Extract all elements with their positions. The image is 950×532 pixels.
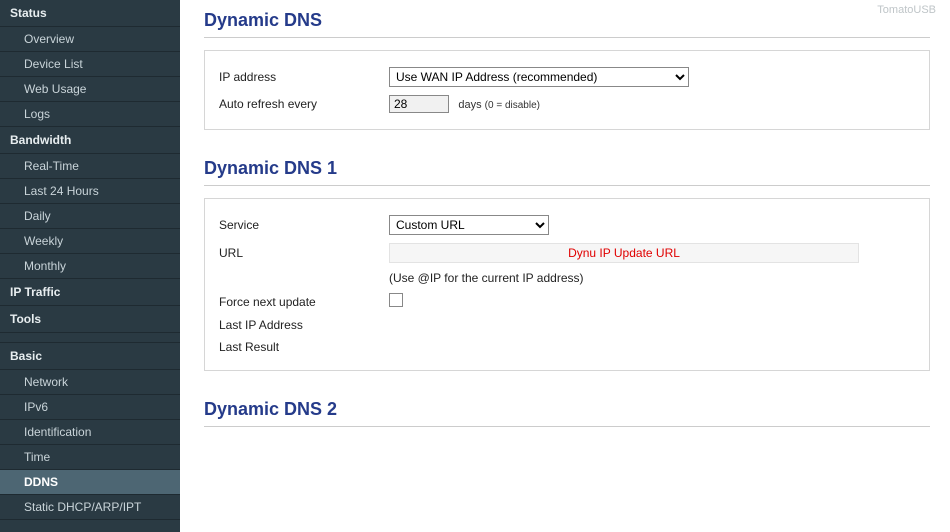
sidebar-item-real-time[interactable]: Real-Time <box>0 154 180 179</box>
last-result-value <box>389 336 915 358</box>
last-ip-label: Last IP Address <box>219 314 389 336</box>
sidebar-item-daily[interactable]: Daily <box>0 204 180 229</box>
sidebar-item-ddns[interactable]: DDNS <box>0 470 180 495</box>
panel-ddns-global: IP address Use WAN IP Address (recommend… <box>204 50 930 130</box>
sidebar-item-weekly[interactable]: Weekly <box>0 229 180 254</box>
sidebar-section-status[interactable]: Status <box>0 0 180 27</box>
sidebar-item-ipv6[interactable]: IPv6 <box>0 395 180 420</box>
sidebar-item-last-24-hours[interactable]: Last 24 Hours <box>0 179 180 204</box>
refresh-days-suffix: days <box>458 99 481 111</box>
sidebar-item-logs[interactable]: Logs <box>0 102 180 127</box>
sidebar-item-monthly[interactable]: Monthly <box>0 254 180 279</box>
service-select[interactable]: Custom URL <box>389 215 549 235</box>
page-title-ddns1: Dynamic DNS 1 <box>204 148 930 186</box>
sidebar: StatusOverviewDevice ListWeb UsageLogsBa… <box>0 0 180 532</box>
sidebar-item-device-list[interactable]: Device List <box>0 52 180 77</box>
sidebar-section-tools[interactable]: Tools <box>0 306 180 333</box>
last-result-label: Last Result <box>219 336 389 358</box>
url-hint: (Use @IP for the current IP address) <box>389 267 915 289</box>
sidebar-section-ip-traffic[interactable]: IP Traffic <box>0 279 180 306</box>
sidebar-section-bandwidth[interactable]: Bandwidth <box>0 127 180 154</box>
sidebar-item-network[interactable]: Network <box>0 370 180 395</box>
sidebar-item-static-dhcp-arp-ipt[interactable]: Static DHCP/ARP/IPT <box>0 495 180 520</box>
sidebar-item-web-usage[interactable]: Web Usage <box>0 77 180 102</box>
service-label: Service <box>219 211 389 239</box>
force-update-checkbox[interactable] <box>389 293 403 307</box>
ip-address-select[interactable]: Use WAN IP Address (recommended) <box>389 67 689 87</box>
refresh-disable-note: (0 = disable) <box>485 100 540 111</box>
url-label: URL <box>219 239 389 267</box>
page-title-ddns: Dynamic DNS <box>204 0 930 38</box>
sidebar-section-basic[interactable]: Basic <box>0 343 180 370</box>
ip-address-label: IP address <box>219 63 389 91</box>
sidebar-item-identification[interactable]: Identification <box>0 420 180 445</box>
auto-refresh-label: Auto refresh every <box>219 91 389 117</box>
url-input[interactable]: Dynu IP Update URL <box>389 243 859 263</box>
brand-label: TomatoUSB <box>877 4 936 16</box>
page-title-ddns2: Dynamic DNS 2 <box>204 389 930 427</box>
sidebar-item-time[interactable]: Time <box>0 445 180 470</box>
force-update-label: Force next update <box>219 289 389 314</box>
auto-refresh-input[interactable] <box>389 95 449 113</box>
sidebar-divider <box>0 333 180 343</box>
panel-ddns1: Service Custom URL URL Dynu IP Update UR… <box>204 198 930 371</box>
sidebar-item-overview[interactable]: Overview <box>0 27 180 52</box>
main-content: TomatoUSB Dynamic DNS IP address Use WAN… <box>180 0 950 532</box>
last-ip-value <box>389 314 915 336</box>
